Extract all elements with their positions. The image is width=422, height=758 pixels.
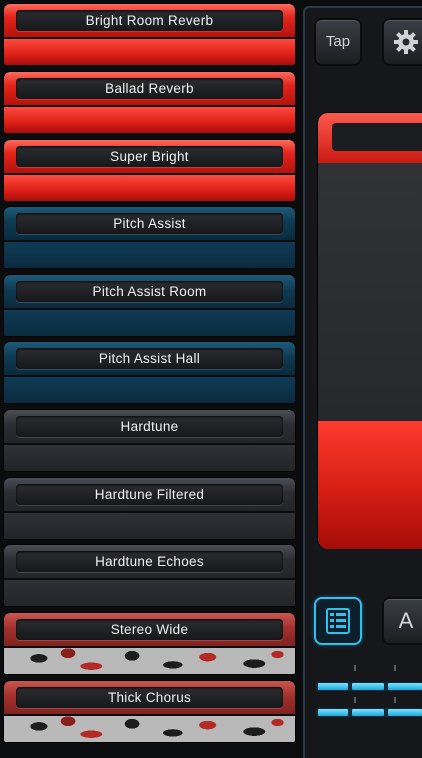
preset-label: Hardtune Echoes xyxy=(16,551,283,572)
preset-hardtune-echoes[interactable]: Hardtune Echoes xyxy=(4,545,295,606)
level-meter-right xyxy=(316,708,422,717)
meter-tick xyxy=(394,665,396,671)
meter-tick xyxy=(354,697,356,703)
preset-label: Pitch Assist xyxy=(16,213,283,234)
preset-label: Hardtune xyxy=(16,416,283,437)
xy-pad[interactable] xyxy=(318,113,422,549)
preset-bright-room-reverb[interactable]: Bright Room Reverb xyxy=(4,4,295,65)
preset-label: Stereo Wide xyxy=(16,619,283,640)
preset-label: Super Bright xyxy=(16,146,283,167)
level-meter-left xyxy=(316,682,422,691)
preset-thick-chorus[interactable]: Thick Chorus xyxy=(4,681,295,742)
preset-label: Ballad Reverb xyxy=(16,78,283,99)
settings-button[interactable] xyxy=(384,20,422,64)
preset-stereo-wide[interactable]: Stereo Wide xyxy=(4,613,295,674)
preset-hardtune[interactable]: Hardtune xyxy=(4,410,295,471)
preset-label: Pitch Assist Hall xyxy=(16,348,283,369)
preset-label: Pitch Assist Room xyxy=(16,281,283,302)
preset-pitch-assist[interactable]: Pitch Assist xyxy=(4,207,295,268)
tap-button[interactable]: Tap xyxy=(316,20,360,64)
preset-label: Thick Chorus xyxy=(16,687,283,708)
a-button[interactable]: A xyxy=(384,599,422,643)
preset-label: Bright Room Reverb xyxy=(16,10,283,31)
preset-label: Hardtune Filtered xyxy=(16,484,283,505)
preset-pitch-assist-hall[interactable]: Pitch Assist Hall xyxy=(4,342,295,403)
gear-icon xyxy=(394,30,418,54)
preset-pitch-assist-room[interactable]: Pitch Assist Room xyxy=(4,275,295,336)
preset-list-button[interactable] xyxy=(316,599,360,643)
meter-tick xyxy=(394,697,396,703)
preset-ballad-reverb[interactable]: Ballad Reverb xyxy=(4,72,295,133)
list-icon xyxy=(326,608,350,634)
preset-list: Bright Room Reverb Ballad Reverb Super B… xyxy=(0,0,300,750)
meter-tick xyxy=(354,665,356,671)
preset-super-bright[interactable]: Super Bright xyxy=(4,140,295,201)
preset-hardtune-filtered[interactable]: Hardtune Filtered xyxy=(4,478,295,539)
